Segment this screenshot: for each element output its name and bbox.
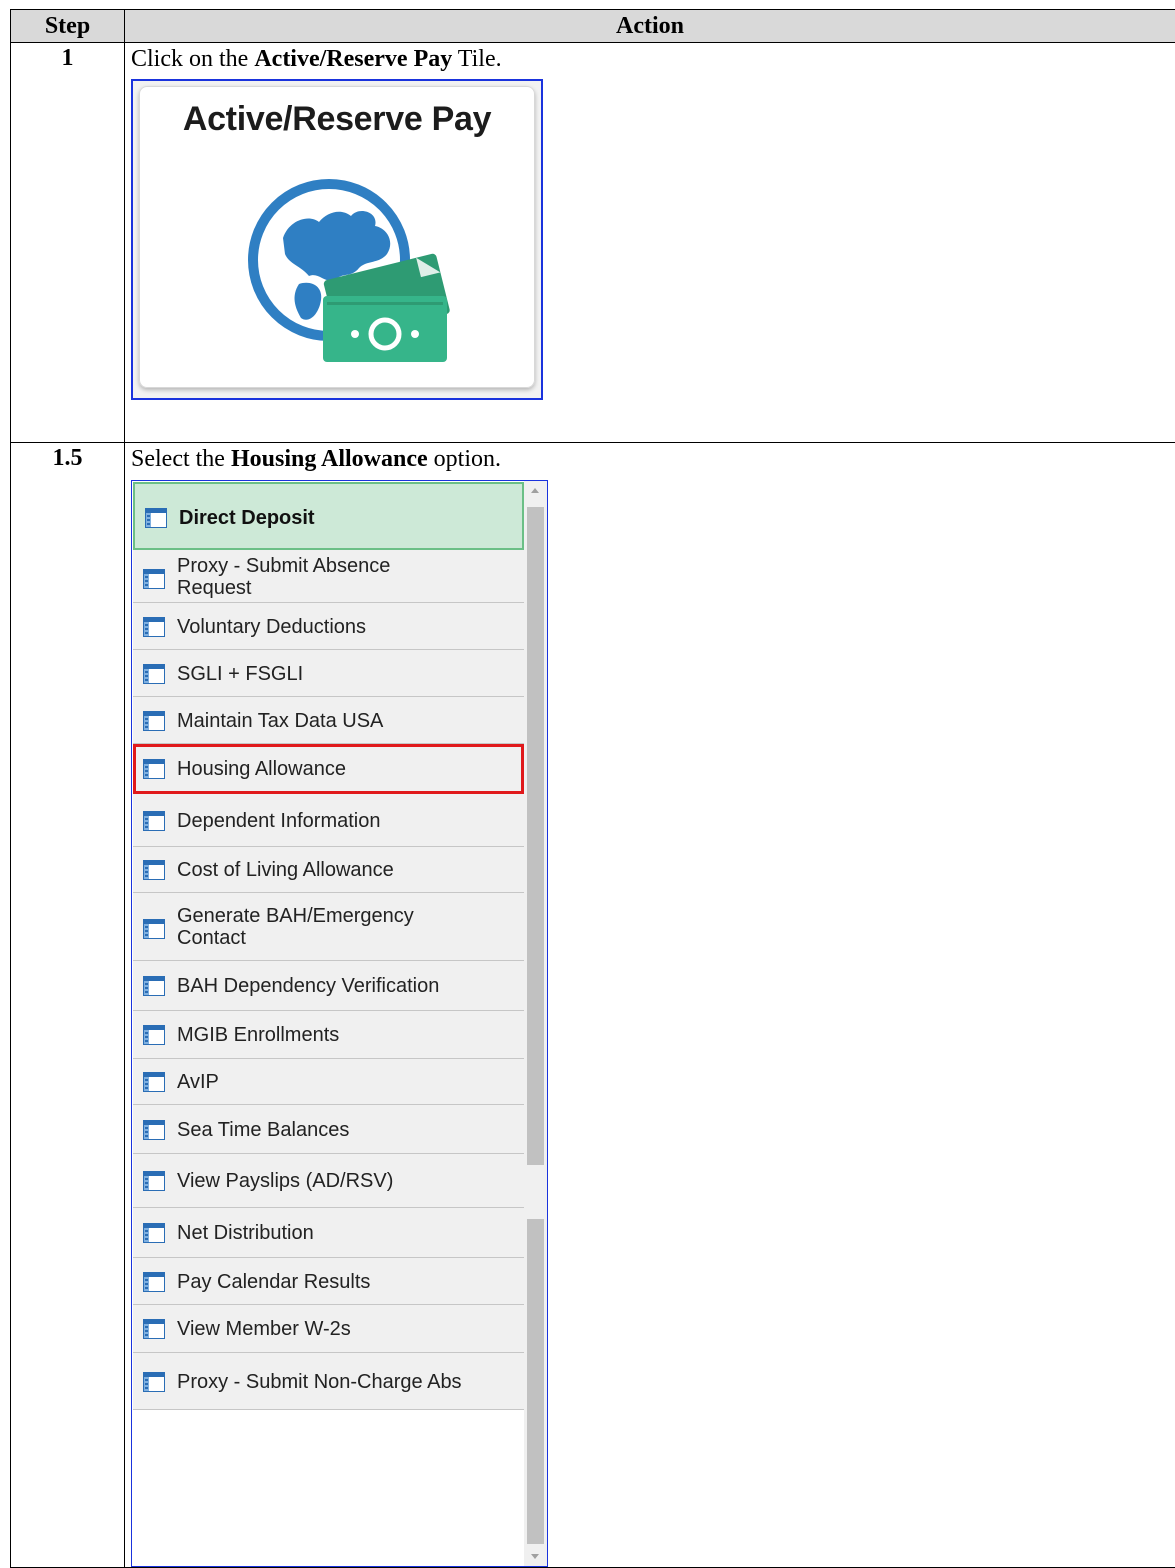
menu-item-label: Net Distribution (177, 1222, 314, 1244)
menu-item[interactable]: Proxy - Submit AbsenceRequest (133, 550, 524, 603)
menu-frame: Direct Deposit Proxy - Submit AbsenceRequ… (131, 480, 548, 1567)
instruction-emphasis: Housing Allowance (231, 446, 428, 472)
menu-item[interactable]: View Payslips (AD/RSV) (133, 1154, 524, 1208)
menu-item-label: Voluntary Deductions (177, 616, 366, 638)
instruction-text: Click on the Active/Reserve Pay Tile. (125, 43, 1175, 75)
menu-item[interactable]: Net Distribution (133, 1208, 524, 1258)
menu-item-label: View Payslips (AD/RSV) (177, 1170, 393, 1192)
page-icon (143, 1025, 165, 1045)
page-icon (143, 569, 165, 589)
page-icon (143, 1120, 165, 1140)
menu-item[interactable]: Sea Time Balances (133, 1105, 524, 1154)
menu-item[interactable]: View Member W-2s (133, 1305, 524, 1353)
page-icon (143, 860, 165, 880)
menu-item[interactable]: Generate BAH/EmergencyContact (133, 893, 524, 961)
instruction-table: Step Action 1 Click on the Active/Reserv… (10, 9, 1175, 1568)
menu-item-label: AvIP (177, 1071, 219, 1093)
menu-item-label: Cost of Living Allowance (177, 859, 394, 881)
menu-item[interactable]: Housing Allowance (133, 744, 524, 794)
page-icon (143, 1171, 165, 1191)
scroll-up-icon[interactable] (531, 488, 539, 493)
tile-title: Active/Reserve Pay (139, 100, 535, 139)
menu-item-label: Pay Calendar Results (177, 1271, 370, 1293)
scroll-thumb[interactable] (527, 1219, 544, 1544)
instruction-text: Select the Housing Allowance option. (125, 443, 1175, 475)
table-header-row: Step Action (11, 10, 1175, 43)
action-cell: Select the Housing Allowance option. Dir… (125, 443, 1175, 1568)
menu-item-label: SGLI + FSGLI (177, 663, 303, 685)
page-icon (143, 664, 165, 684)
page-icon (143, 1072, 165, 1092)
menu-item-label: Generate BAH/EmergencyContact (177, 905, 414, 949)
menu-item[interactable]: Maintain Tax Data USA (133, 697, 524, 744)
page-icon (143, 711, 165, 731)
active-reserve-pay-tile[interactable]: Active/Reserve Pay (139, 86, 535, 388)
page-icon (143, 1272, 165, 1292)
step-number: 1 (11, 43, 125, 443)
pay-menu-list: Direct Deposit Proxy - Submit AbsenceRequ… (133, 482, 524, 1410)
menu-item[interactable]: Proxy - Submit Non-Charge Abs (133, 1353, 524, 1410)
vertical-scrollbar[interactable] (524, 481, 547, 1566)
page-icon (143, 811, 165, 831)
menu-item-label: Dependent Information (177, 810, 380, 832)
page-icon (143, 1223, 165, 1243)
action-cell: Click on the Active/Reserve Pay Tile. Ac… (125, 43, 1175, 443)
table-row: 1 Click on the Active/Reserve Pay Tile. … (11, 43, 1175, 443)
menu-item[interactable]: BAH Dependency Verification (133, 961, 524, 1011)
menu-item-label: MGIB Enrollments (177, 1024, 339, 1046)
page-icon (143, 759, 165, 779)
table-row: 1.5 Select the Housing Allowance option.… (11, 443, 1175, 1568)
page-icon (145, 508, 167, 528)
menu-item-label: Housing Allowance (177, 758, 346, 780)
step-header: Step (11, 10, 125, 43)
menu-item-label: Sea Time Balances (177, 1119, 349, 1141)
menu-item-label: BAH Dependency Verification (177, 975, 439, 997)
menu-item-label: Direct Deposit (179, 507, 315, 529)
step-number: 1.5 (11, 443, 125, 1568)
action-header: Action (125, 10, 1175, 43)
scroll-thumb[interactable] (527, 507, 544, 1165)
menu-item[interactable]: Voluntary Deductions (133, 603, 524, 650)
page-icon (143, 919, 165, 939)
page-icon (143, 1372, 165, 1392)
menu-item-label: Maintain Tax Data USA (177, 710, 383, 732)
menu-item[interactable]: Direct Deposit (133, 482, 524, 550)
menu-item[interactable]: Pay Calendar Results (133, 1258, 524, 1305)
globe-money-icon (219, 168, 459, 368)
tile-highlight-frame: Active/Reserve Pay (131, 79, 543, 400)
menu-item[interactable]: SGLI + FSGLI (133, 650, 524, 697)
scroll-down-icon[interactable] (531, 1554, 539, 1559)
page-icon (143, 1319, 165, 1339)
page-icon (143, 617, 165, 637)
menu-item-label: Proxy - Submit AbsenceRequest (177, 555, 390, 599)
menu-item-label: View Member W-2s (177, 1318, 351, 1340)
menu-item[interactable]: Dependent Information (133, 794, 524, 847)
menu-item[interactable]: AvIP (133, 1059, 524, 1105)
instruction-emphasis: Active/Reserve Pay (254, 46, 452, 72)
page-icon (143, 976, 165, 996)
menu-item-label: Proxy - Submit Non-Charge Abs (177, 1371, 462, 1393)
menu-item[interactable]: Cost of Living Allowance (133, 847, 524, 893)
menu-item[interactable]: MGIB Enrollments (133, 1011, 524, 1059)
